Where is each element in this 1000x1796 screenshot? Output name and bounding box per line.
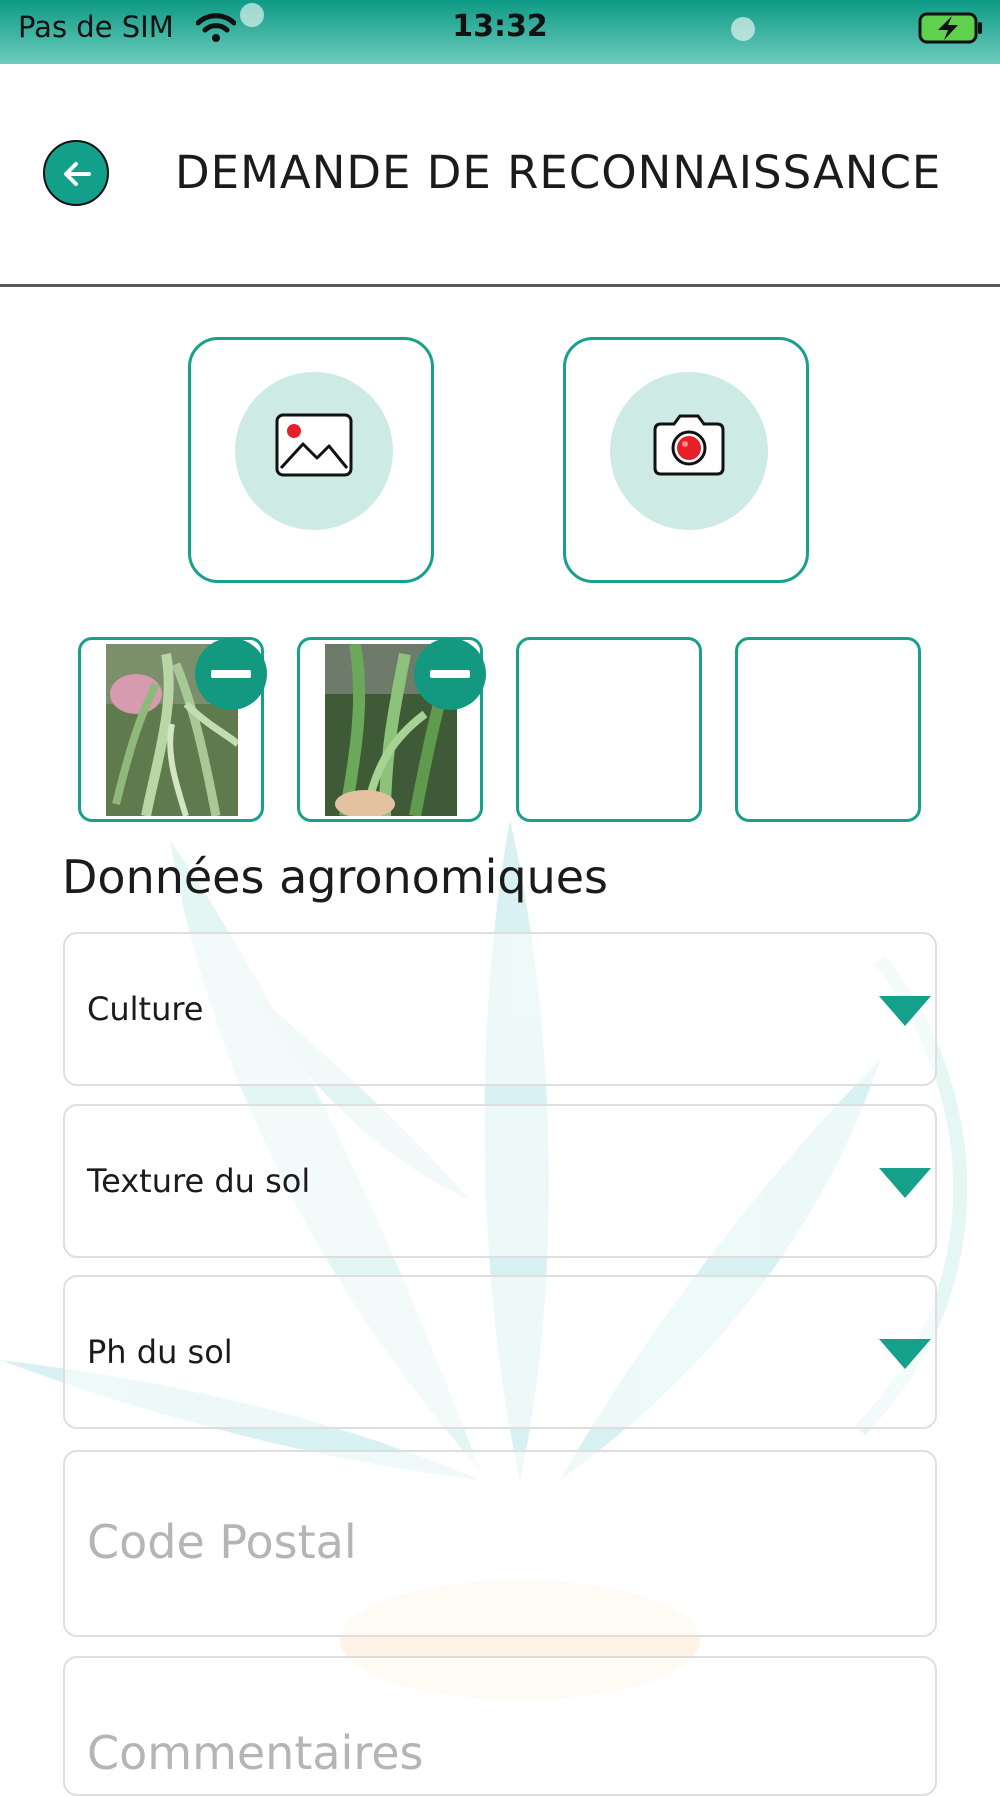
photo-slot-3-empty[interactable] — [516, 637, 702, 822]
app-header: DEMANDE DE RECONNAISSANCE — [0, 64, 1000, 287]
soil-ph-select[interactable]: Ph du sol — [63, 1275, 937, 1429]
soil-texture-select[interactable]: Texture du sol — [63, 1104, 937, 1258]
remove-photo-button[interactable] — [195, 638, 267, 710]
camera-icon-background — [610, 372, 768, 530]
back-button[interactable] — [43, 140, 109, 206]
photo-slot-2[interactable] — [297, 637, 486, 822]
photo-slot-4-empty[interactable] — [735, 637, 921, 822]
comments-input[interactable]: Commentaires — [63, 1656, 937, 1796]
gallery-picker-button[interactable] — [188, 337, 434, 583]
remove-photo-button[interactable] — [414, 638, 486, 710]
soil-ph-label: Ph du sol — [87, 1333, 233, 1371]
image-gallery-icon — [275, 413, 353, 477]
culture-select[interactable]: Culture — [63, 932, 937, 1086]
culture-label: Culture — [87, 990, 204, 1028]
status-bar: Pas de SIM 13:32 — [0, 0, 1000, 64]
battery-charging-icon — [918, 12, 984, 48]
section-title: Données agronomiques — [62, 850, 609, 904]
comments-placeholder: Commentaires — [87, 1726, 424, 1780]
postal-code-input[interactable]: Code Postal — [63, 1450, 937, 1637]
camera-icon — [653, 414, 725, 476]
arrow-left-icon — [64, 162, 91, 186]
dropdown-caret-icon — [879, 996, 931, 1026]
photo-slot-1[interactable] — [78, 637, 267, 822]
soil-texture-label: Texture du sol — [87, 1162, 311, 1200]
camera-picker-button[interactable] — [563, 337, 809, 583]
status-dot — [731, 17, 755, 41]
clock: 13:32 — [452, 9, 548, 44]
page-title: DEMANDE DE RECONNAISSANCE — [175, 146, 942, 199]
gallery-icon-background — [235, 372, 393, 530]
dropdown-caret-icon — [879, 1339, 931, 1369]
postal-code-placeholder: Code Postal — [87, 1515, 357, 1569]
dropdown-caret-icon — [879, 1168, 931, 1198]
